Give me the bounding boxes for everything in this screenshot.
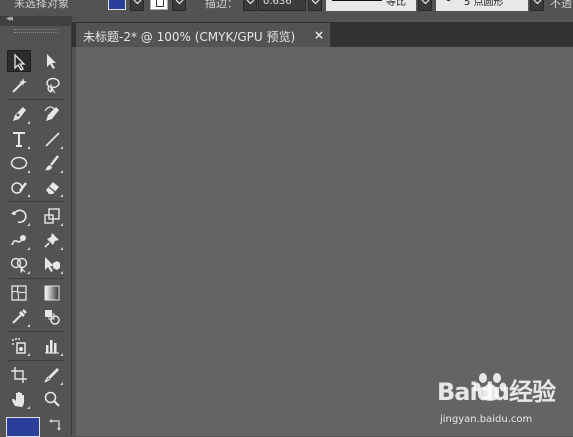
rotate-tool[interactable] bbox=[7, 205, 31, 227]
warp-icon bbox=[11, 235, 26, 246]
curvature-tool[interactable] bbox=[40, 103, 64, 125]
artboard-icon bbox=[11, 367, 27, 383]
lasso-icon bbox=[46, 77, 60, 94]
stroke-weight-dropdown[interactable] bbox=[308, 0, 322, 11]
gradient-tool[interactable] bbox=[40, 282, 64, 304]
swap-fill-stroke-icon[interactable] bbox=[48, 418, 64, 434]
eraser-icon bbox=[46, 182, 59, 194]
puppet-warp-tool[interactable] bbox=[40, 229, 64, 251]
close-icon[interactable]: × bbox=[314, 28, 324, 42]
document-tab-title: 未标题-2* @ 100% (CMYK/GPU 预览) bbox=[83, 30, 296, 44]
hand-icon bbox=[12, 392, 24, 407]
symbol-sprayer-tool[interactable] bbox=[7, 335, 31, 357]
chevron-down-icon bbox=[311, 0, 320, 5]
line-segment-icon bbox=[45, 132, 60, 147]
direct-selection-tool[interactable] bbox=[40, 50, 64, 72]
chevron-down-icon bbox=[175, 0, 184, 5]
perspective-grid-tool[interactable] bbox=[40, 253, 64, 275]
eraser-tool[interactable] bbox=[40, 176, 64, 198]
shaper-tool[interactable] bbox=[7, 176, 31, 198]
pushpin-icon bbox=[44, 233, 59, 248]
chevron-down-icon bbox=[133, 0, 142, 5]
column-graph-icon bbox=[45, 340, 59, 354]
type-tool[interactable] bbox=[7, 128, 31, 150]
shaper-icon bbox=[11, 182, 27, 194]
stroke-color-swatch[interactable] bbox=[150, 0, 168, 10]
opacity-label: 不透 bbox=[550, 0, 572, 10]
variable-width-profile-select[interactable]: 等比 bbox=[326, 0, 416, 11]
gradient-icon bbox=[44, 285, 60, 301]
collapse-toolbar-icon[interactable]: ◂◂ bbox=[6, 14, 13, 24]
selection-status-label: 未选择对象 bbox=[14, 0, 69, 10]
zoom-tool[interactable] bbox=[40, 388, 64, 410]
brush-definition-select[interactable]: 5 点圆形 bbox=[436, 0, 528, 11]
tools-panel: ◂◂ bbox=[0, 14, 72, 437]
watermark: Baidu经验 jingyan.baidu.com bbox=[437, 370, 567, 432]
stroke-label: 描边： bbox=[205, 0, 238, 10]
pen-tool[interactable] bbox=[7, 103, 31, 125]
warp-tool[interactable] bbox=[7, 229, 31, 251]
chevron-down-icon bbox=[246, 0, 255, 5]
mesh-tool[interactable] bbox=[7, 282, 31, 304]
brush-dot-icon bbox=[446, 0, 451, 1]
type-t-icon bbox=[13, 132, 25, 147]
scale-icon bbox=[44, 208, 60, 224]
control-bar: 未选择对象 描边： 0.636 等比 5 点圆形 不透 bbox=[0, 0, 573, 14]
slice-tool[interactable] bbox=[40, 364, 64, 386]
profile-line-preview bbox=[332, 0, 382, 1]
chevron-down-icon bbox=[421, 0, 430, 5]
eyedropper-icon bbox=[12, 309, 27, 324]
rotate-icon bbox=[11, 209, 27, 224]
brush-label: 点圆形 bbox=[473, 0, 504, 8]
brush-size: 5 bbox=[464, 0, 471, 8]
blend-tool[interactable] bbox=[40, 306, 64, 328]
hand-tool[interactable] bbox=[7, 388, 31, 410]
column-graph-tool[interactable] bbox=[40, 335, 64, 357]
shape-builder-icon bbox=[10, 257, 28, 273]
toolbar-grip[interactable] bbox=[14, 29, 58, 33]
perspective-grid-icon bbox=[45, 257, 60, 272]
blend-icon bbox=[45, 310, 60, 325]
selection-tool[interactable] bbox=[7, 50, 31, 72]
mesh-icon bbox=[11, 285, 27, 301]
lasso-tool[interactable] bbox=[40, 74, 64, 96]
stroke-weight-input[interactable]: 0.636 bbox=[258, 0, 306, 11]
profile-dropdown-button[interactable] bbox=[418, 0, 432, 11]
stroke-dropdown-button[interactable] bbox=[172, 0, 186, 11]
watermark-url: jingyan.baidu.com bbox=[440, 414, 533, 425]
watermark-brand: Baidu经验 bbox=[437, 378, 556, 406]
stroke-weight-stepper[interactable] bbox=[243, 0, 257, 11]
paintbrush-tool[interactable] bbox=[40, 152, 64, 174]
ellipse-icon bbox=[10, 156, 28, 170]
document-tab[interactable]: 未标题-2* @ 100% (CMYK/GPU 预览) × bbox=[76, 23, 330, 47]
magic-wand-tool[interactable] bbox=[7, 74, 31, 96]
fill-dropdown-button[interactable] bbox=[130, 0, 144, 11]
zoom-magnifier-icon bbox=[44, 391, 60, 407]
eyedropper-tool[interactable] bbox=[7, 306, 31, 328]
scale-tool[interactable] bbox=[40, 205, 64, 227]
pen-nib-icon bbox=[13, 107, 26, 121]
fill-color-swatch[interactable] bbox=[108, 0, 126, 10]
direct-selection-arrow-icon bbox=[47, 54, 56, 69]
line-segment-tool[interactable] bbox=[40, 128, 64, 150]
chevron-down-icon bbox=[533, 0, 542, 5]
curvature-pen-icon bbox=[44, 106, 59, 121]
artboard-tool[interactable] bbox=[7, 364, 31, 386]
fill-color-indicator[interactable] bbox=[6, 417, 40, 437]
brush-dropdown-button[interactable] bbox=[530, 0, 544, 11]
selection-arrow-icon bbox=[14, 53, 26, 71]
toolbar-header: ◂◂ bbox=[0, 14, 72, 26]
profile-label: 等比 bbox=[386, 0, 406, 8]
paintbrush-icon bbox=[45, 155, 59, 171]
ellipse-tool[interactable] bbox=[7, 152, 31, 174]
shape-builder-tool[interactable] bbox=[7, 253, 31, 275]
document-tab-bar: 未标题-2* @ 100% (CMYK/GPU 预览) × bbox=[72, 22, 573, 47]
symbol-sprayer-icon bbox=[12, 338, 26, 354]
slice-knife-icon bbox=[44, 368, 59, 383]
magic-wand-icon bbox=[12, 78, 27, 93]
